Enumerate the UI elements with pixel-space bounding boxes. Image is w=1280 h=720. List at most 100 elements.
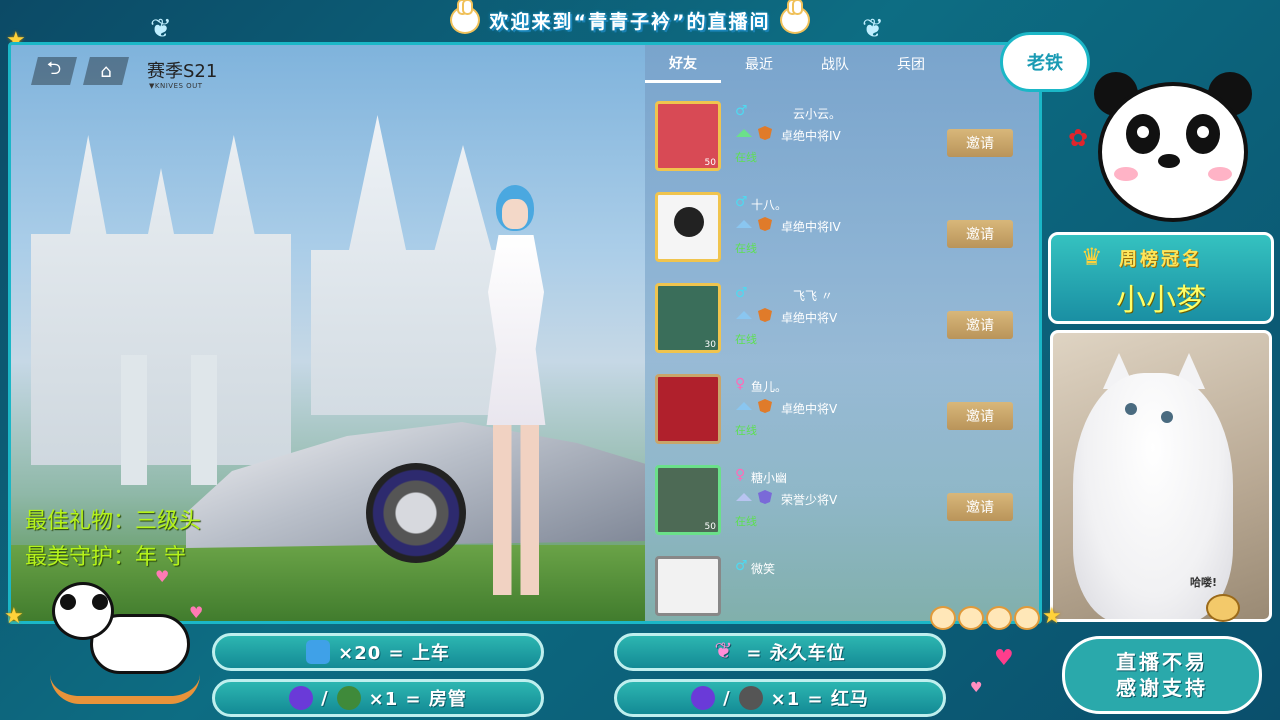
panda-meme-icon <box>674 207 704 237</box>
invite-button[interactable]: 邀请 <box>947 129 1013 157</box>
friend-rank: 卓绝中将IV <box>781 129 841 143</box>
rank-shield-icon <box>758 399 772 413</box>
friend-row[interactable]: 50 ♂ 云小云。 卓绝中将IV 在线 邀请 <box>653 101 1013 187</box>
kitten-icon <box>1014 606 1040 630</box>
panda-eye <box>1186 114 1220 154</box>
kitten-icon <box>986 606 1012 630</box>
kitten-icon <box>958 606 984 630</box>
friend-row[interactable]: ♀ 鱼儿。 卓绝中将V 在线 邀请 <box>653 374 1013 460</box>
bunny-icon <box>780 0 811 34</box>
webcam-view <box>1050 330 1272 622</box>
friend-tabs: 好友 最近 战队 兵团 <box>645 45 1039 83</box>
friend-rank: 荣誉少将V <box>781 493 838 507</box>
invite-button[interactable]: 邀请 <box>947 311 1013 339</box>
panda-face <box>1098 82 1248 222</box>
panda-rocking-horse <box>30 574 200 714</box>
panda-ear <box>60 594 76 610</box>
character-legs <box>493 420 539 595</box>
season-subtitle: ▼KNIVES OUT <box>149 82 203 90</box>
panda-ear <box>92 594 108 610</box>
star-icon: ★ <box>1042 604 1062 629</box>
gift-rule-1: ×20 = 上车 <box>212 633 544 671</box>
rank-shield-icon <box>758 308 772 322</box>
friend-avatar[interactable] <box>655 556 721 616</box>
friend-row[interactable]: 50 ♀ 糖小幽 荣誉少将V 在线 邀请 <box>653 465 1013 551</box>
invite-button[interactable]: 邀请 <box>947 493 1013 521</box>
rank-icons <box>735 216 774 232</box>
star-icon: ★ <box>4 604 24 629</box>
friend-avatar[interactable]: 50 <box>655 101 721 171</box>
tab-friends[interactable]: 好友 <box>645 45 721 83</box>
heart-icon: ♥ <box>994 646 1014 671</box>
ticket-gift-icon <box>306 640 331 664</box>
friend-name: 糖小幽 <box>751 471 788 485</box>
best-gift-text: 最佳礼物：三级头 <box>25 509 202 534</box>
heart-icon: ♥ <box>970 680 983 696</box>
orb-gift-icon <box>289 686 314 710</box>
male-icon: ♂ <box>735 194 748 210</box>
male-icon: ♂ <box>735 558 748 574</box>
thanks-line-1: 直播不易 <box>1116 650 1208 674</box>
church-building <box>31 135 291 465</box>
friend-name: 云小云。 <box>793 107 842 121</box>
wing-badge-icon <box>736 493 752 501</box>
panda-eye <box>1126 114 1160 154</box>
friend-rank: 卓绝中将V <box>781 311 838 325</box>
helmet-gift-icon <box>336 686 361 710</box>
cat-eye <box>1125 403 1137 415</box>
car-wheel <box>366 463 466 563</box>
friend-avatar[interactable]: 50 <box>655 465 721 535</box>
wing-icon: ❦ <box>862 14 884 44</box>
friend-row[interactable]: ♂ 十八。 卓绝中将IV 在线 邀请 <box>653 192 1013 278</box>
gift-rule-4: / ×1 = 红马 <box>614 679 946 717</box>
friend-name: 十八。 <box>751 198 788 212</box>
tab-team[interactable]: 战队 <box>797 45 873 83</box>
home-button[interactable]: ⌂ <box>83 57 129 85</box>
thanks-line-2: 感谢支持 <box>1116 676 1208 700</box>
friend-rank: 卓绝中将IV <box>781 220 841 234</box>
tab-recent[interactable]: 最近 <box>721 45 797 83</box>
banner-text: 欢迎来到“青青子衿”的直播间 <box>489 10 771 33</box>
gift-rule-text: ×20 = 上车 <box>338 643 450 664</box>
weekly-rank-name: 小小梦 <box>1116 283 1206 318</box>
rank-icons <box>735 125 774 141</box>
panda-mascot <box>1088 72 1258 232</box>
friend-avatar[interactable] <box>655 374 721 444</box>
tab-corps[interactable]: 兵团 <box>873 45 949 83</box>
back-button[interactable]: ⮌ <box>31 57 77 85</box>
male-icon: ♂ <box>735 285 748 301</box>
pillar <box>121 355 147 485</box>
player-character[interactable] <box>471 185 561 605</box>
laotie-bubble: 老铁 <box>1000 32 1090 92</box>
wings-gift-icon: ❦ <box>714 639 734 664</box>
friend-name: 鱼儿。 <box>751 380 788 394</box>
thanks-support-card: 直播不易 感谢支持 <box>1062 636 1262 714</box>
rose-icon: ✿ <box>1068 124 1089 152</box>
friend-rank: 卓绝中将V <box>781 402 838 416</box>
invite-button[interactable]: 邀请 <box>947 402 1013 430</box>
weekly-rank-card: ♛ 周榜冠名 小小梦 <box>1048 232 1274 324</box>
rank-shield-icon <box>758 217 772 231</box>
online-status: 在线 <box>735 515 757 528</box>
game-screen: ⮌ ⌂ 赛季S21 ▼KNIVES OUT 最佳礼物：三级头 最美守护：年 守 … <box>8 42 1042 624</box>
gift-rule-text: ×1 = 红马 <box>770 689 869 710</box>
online-status: 在线 <box>735 242 757 255</box>
rank-icons <box>735 307 774 323</box>
gift-separator: / <box>321 687 329 709</box>
friend-level: 30 <box>704 340 716 350</box>
friend-level: 50 <box>704 158 716 168</box>
cat-eye <box>1161 411 1173 423</box>
online-status: 在线 <box>735 424 757 437</box>
friend-row[interactable]: 30 ♂ 飞飞 〃 卓绝中将V 在线 邀请 <box>653 283 1013 369</box>
female-icon: ♀ <box>735 376 746 392</box>
friend-avatar[interactable] <box>655 192 721 262</box>
friend-avatar[interactable]: 30 <box>655 283 721 353</box>
lobby-scene: ⮌ ⌂ 赛季S21 ▼KNIVES OUT 最佳礼物：三级头 最美守护：年 守 … <box>11 45 645 621</box>
wing-badge-icon <box>736 402 752 410</box>
friend-panel: 好友 最近 战队 兵团 50 ♂ 云小云。 卓绝中将IV 在线 邀请 ♂ 十八。… <box>645 45 1039 621</box>
pillar <box>191 355 217 485</box>
haha-sticker-text: 哈喽! <box>1190 576 1218 589</box>
gift-separator: / <box>723 687 731 709</box>
friend-name: 飞飞 〃 <box>793 289 833 303</box>
invite-button[interactable]: 邀请 <box>947 220 1013 248</box>
